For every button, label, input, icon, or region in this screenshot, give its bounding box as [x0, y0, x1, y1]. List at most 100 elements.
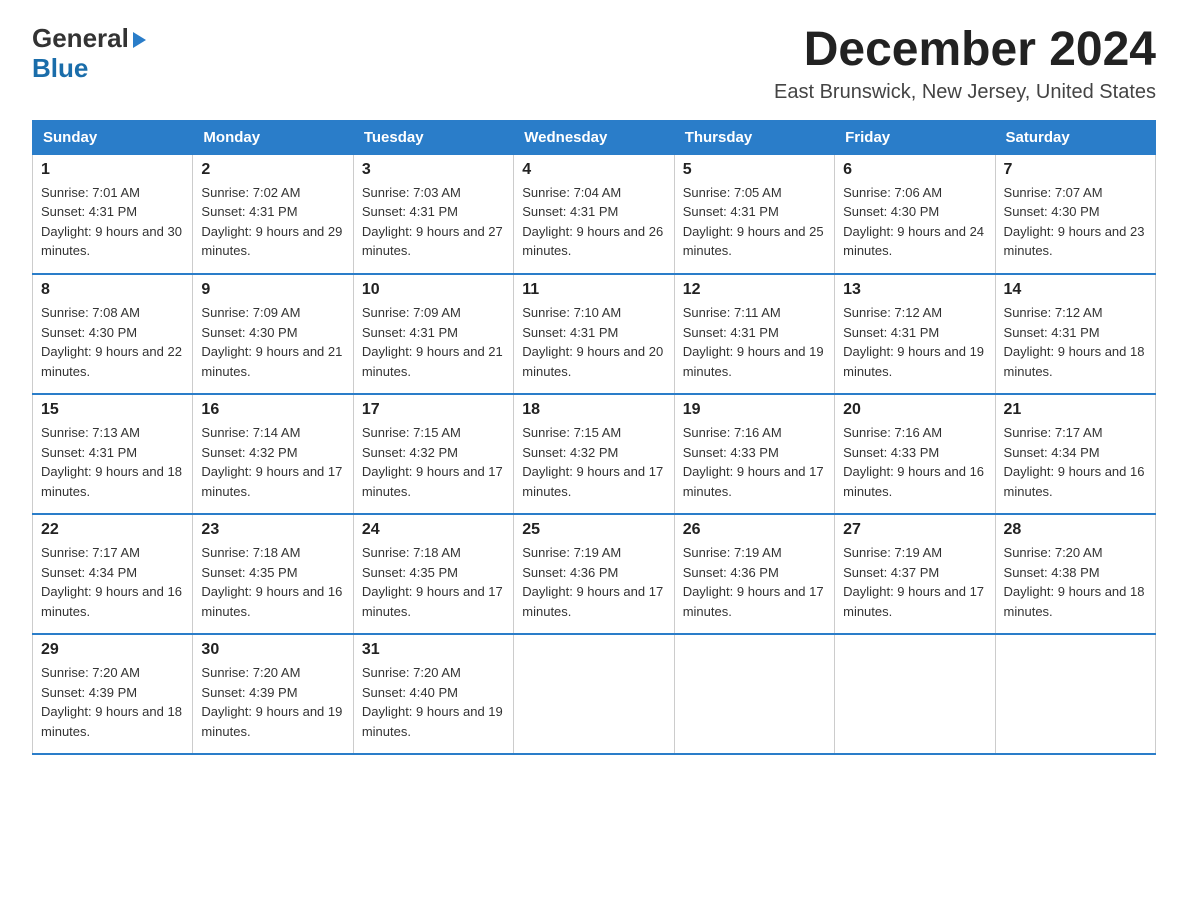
- day-cell: 25 Sunrise: 7:19 AMSunset: 4:36 PMDayligh…: [514, 514, 674, 634]
- day-cell: 17 Sunrise: 7:15 AMSunset: 4:32 PMDayligh…: [353, 394, 513, 514]
- weekday-header-sunday: Sunday: [33, 120, 193, 154]
- day-number: 31: [362, 641, 505, 659]
- day-number: 14: [1004, 281, 1147, 299]
- weekday-header-saturday: Saturday: [995, 120, 1155, 154]
- day-number: 19: [683, 401, 826, 419]
- logo: General Blue: [32, 24, 146, 84]
- day-cell: 31Sunrise: 7:20 AMSunset: 4:40 PMDayligh…: [353, 634, 513, 754]
- day-cell: 3 Sunrise: 7:03 AMSunset: 4:31 PMDaylight…: [353, 154, 513, 274]
- day-cell: 5 Sunrise: 7:05 AMSunset: 4:31 PMDaylight…: [674, 154, 834, 274]
- day-info: Sunrise: 7:19 AMSunset: 4:36 PMDaylight:…: [522, 543, 665, 621]
- day-number: 1: [41, 161, 184, 179]
- day-info: Sunrise: 7:16 AMSunset: 4:33 PMDaylight:…: [683, 423, 826, 501]
- day-cell: 22 Sunrise: 7:17 AMSunset: 4:34 PMDayligh…: [33, 514, 193, 634]
- day-number: 21: [1004, 401, 1147, 419]
- day-info: Sunrise: 7:06 AMSunset: 4:30 PMDaylight:…: [843, 183, 986, 261]
- day-cell: [995, 634, 1155, 754]
- day-cell: 9Sunrise: 7:09 AMSunset: 4:30 PMDaylight…: [193, 274, 353, 394]
- day-info: Sunrise: 7:20 AMSunset: 4:38 PMDaylight:…: [1004, 543, 1147, 621]
- logo-general: General: [32, 24, 146, 54]
- day-info: Sunrise: 7:07 AMSunset: 4:30 PMDaylight:…: [1004, 183, 1147, 261]
- day-info: Sunrise: 7:19 AMSunset: 4:36 PMDaylight:…: [683, 543, 826, 621]
- day-info: Sunrise: 7:05 AMSunset: 4:31 PMDaylight:…: [683, 183, 826, 261]
- day-number: 4: [522, 161, 665, 179]
- day-cell: [835, 634, 995, 754]
- week-row-1: 1 Sunrise: 7:01 AMSunset: 4:31 PMDaylight…: [33, 154, 1156, 274]
- day-info: Sunrise: 7:09 AMSunset: 4:31 PMDaylight:…: [362, 303, 505, 381]
- day-number: 3: [362, 161, 505, 179]
- day-cell: 23 Sunrise: 7:18 AMSunset: 4:35 PMDayligh…: [193, 514, 353, 634]
- day-info: Sunrise: 7:03 AMSunset: 4:31 PMDaylight:…: [362, 183, 505, 261]
- day-info: Sunrise: 7:16 AMSunset: 4:33 PMDaylight:…: [843, 423, 986, 501]
- day-number: 15: [41, 401, 184, 419]
- day-number: 29: [41, 641, 184, 659]
- day-cell: 13 Sunrise: 7:12 AMSunset: 4:31 PMDayligh…: [835, 274, 995, 394]
- day-cell: 1 Sunrise: 7:01 AMSunset: 4:31 PMDaylight…: [33, 154, 193, 274]
- page-header: General Blue December 2024 East Brunswic…: [32, 24, 1156, 104]
- day-info: Sunrise: 7:14 AMSunset: 4:32 PMDaylight:…: [201, 423, 344, 501]
- day-info: Sunrise: 7:18 AMSunset: 4:35 PMDaylight:…: [362, 543, 505, 621]
- day-cell: 8 Sunrise: 7:08 AMSunset: 4:30 PMDaylight…: [33, 274, 193, 394]
- day-info: Sunrise: 7:17 AMSunset: 4:34 PMDaylight:…: [1004, 423, 1147, 501]
- day-cell: [514, 634, 674, 754]
- day-info: Sunrise: 7:08 AMSunset: 4:30 PMDaylight:…: [41, 303, 184, 381]
- day-number: 10: [362, 281, 505, 299]
- day-number: 12: [683, 281, 826, 299]
- day-number: 11: [522, 281, 665, 299]
- day-number: 2: [201, 161, 344, 179]
- day-info: Sunrise: 7:18 AMSunset: 4:35 PMDaylight:…: [201, 543, 344, 621]
- week-row-2: 8 Sunrise: 7:08 AMSunset: 4:30 PMDaylight…: [33, 274, 1156, 394]
- day-cell: 7 Sunrise: 7:07 AMSunset: 4:30 PMDaylight…: [995, 154, 1155, 274]
- day-info: Sunrise: 7:12 AMSunset: 4:31 PMDaylight:…: [1004, 303, 1147, 381]
- day-number: 23: [201, 521, 344, 539]
- day-cell: 2Sunrise: 7:02 AMSunset: 4:31 PMDaylight…: [193, 154, 353, 274]
- weekday-header-tuesday: Tuesday: [353, 120, 513, 154]
- day-cell: 30 Sunrise: 7:20 AMSunset: 4:39 PMDayligh…: [193, 634, 353, 754]
- day-number: 8: [41, 281, 184, 299]
- day-number: 13: [843, 281, 986, 299]
- day-info: Sunrise: 7:13 AMSunset: 4:31 PMDaylight:…: [41, 423, 184, 501]
- day-cell: 14 Sunrise: 7:12 AMSunset: 4:31 PMDayligh…: [995, 274, 1155, 394]
- location-subtitle: East Brunswick, New Jersey, United State…: [774, 81, 1156, 104]
- day-cell: 12 Sunrise: 7:11 AMSunset: 4:31 PMDayligh…: [674, 274, 834, 394]
- day-cell: 28 Sunrise: 7:20 AMSunset: 4:38 PMDayligh…: [995, 514, 1155, 634]
- day-info: Sunrise: 7:15 AMSunset: 4:32 PMDaylight:…: [522, 423, 665, 501]
- calendar-table: SundayMondayTuesdayWednesdayThursdayFrid…: [32, 120, 1156, 756]
- day-info: Sunrise: 7:15 AMSunset: 4:32 PMDaylight:…: [362, 423, 505, 501]
- day-number: 16: [201, 401, 344, 419]
- day-info: Sunrise: 7:17 AMSunset: 4:34 PMDaylight:…: [41, 543, 184, 621]
- day-cell: 26 Sunrise: 7:19 AMSunset: 4:36 PMDayligh…: [674, 514, 834, 634]
- day-cell: 11Sunrise: 7:10 AMSunset: 4:31 PMDayligh…: [514, 274, 674, 394]
- day-number: 7: [1004, 161, 1147, 179]
- weekday-header-thursday: Thursday: [674, 120, 834, 154]
- week-row-3: 15 Sunrise: 7:13 AMSunset: 4:31 PMDayligh…: [33, 394, 1156, 514]
- weekday-header-row: SundayMondayTuesdayWednesdayThursdayFrid…: [33, 120, 1156, 154]
- day-number: 28: [1004, 521, 1147, 539]
- day-number: 18: [522, 401, 665, 419]
- day-number: 20: [843, 401, 986, 419]
- day-cell: 27Sunrise: 7:19 AMSunset: 4:37 PMDayligh…: [835, 514, 995, 634]
- day-number: 25: [522, 521, 665, 539]
- week-row-4: 22 Sunrise: 7:17 AMSunset: 4:34 PMDayligh…: [33, 514, 1156, 634]
- day-number: 17: [362, 401, 505, 419]
- weekday-header-wednesday: Wednesday: [514, 120, 674, 154]
- weekday-header-monday: Monday: [193, 120, 353, 154]
- day-number: 26: [683, 521, 826, 539]
- weekday-header-friday: Friday: [835, 120, 995, 154]
- day-info: Sunrise: 7:04 AMSunset: 4:31 PMDaylight:…: [522, 183, 665, 261]
- day-number: 5: [683, 161, 826, 179]
- day-number: 22: [41, 521, 184, 539]
- logo-blue: Blue: [32, 54, 88, 84]
- day-cell: 20 Sunrise: 7:16 AMSunset: 4:33 PMDayligh…: [835, 394, 995, 514]
- day-cell: 6Sunrise: 7:06 AMSunset: 4:30 PMDaylight…: [835, 154, 995, 274]
- day-info: Sunrise: 7:19 AMSunset: 4:37 PMDaylight:…: [843, 543, 986, 621]
- day-cell: 19 Sunrise: 7:16 AMSunset: 4:33 PMDayligh…: [674, 394, 834, 514]
- day-info: Sunrise: 7:11 AMSunset: 4:31 PMDaylight:…: [683, 303, 826, 381]
- day-number: 30: [201, 641, 344, 659]
- day-info: Sunrise: 7:20 AMSunset: 4:39 PMDaylight:…: [41, 663, 184, 741]
- day-cell: 21 Sunrise: 7:17 AMSunset: 4:34 PMDayligh…: [995, 394, 1155, 514]
- day-info: Sunrise: 7:01 AMSunset: 4:31 PMDaylight:…: [41, 183, 184, 261]
- week-row-5: 29 Sunrise: 7:20 AMSunset: 4:39 PMDayligh…: [33, 634, 1156, 754]
- day-info: Sunrise: 7:12 AMSunset: 4:31 PMDaylight:…: [843, 303, 986, 381]
- day-info: Sunrise: 7:20 AMSunset: 4:39 PMDaylight:…: [201, 663, 344, 741]
